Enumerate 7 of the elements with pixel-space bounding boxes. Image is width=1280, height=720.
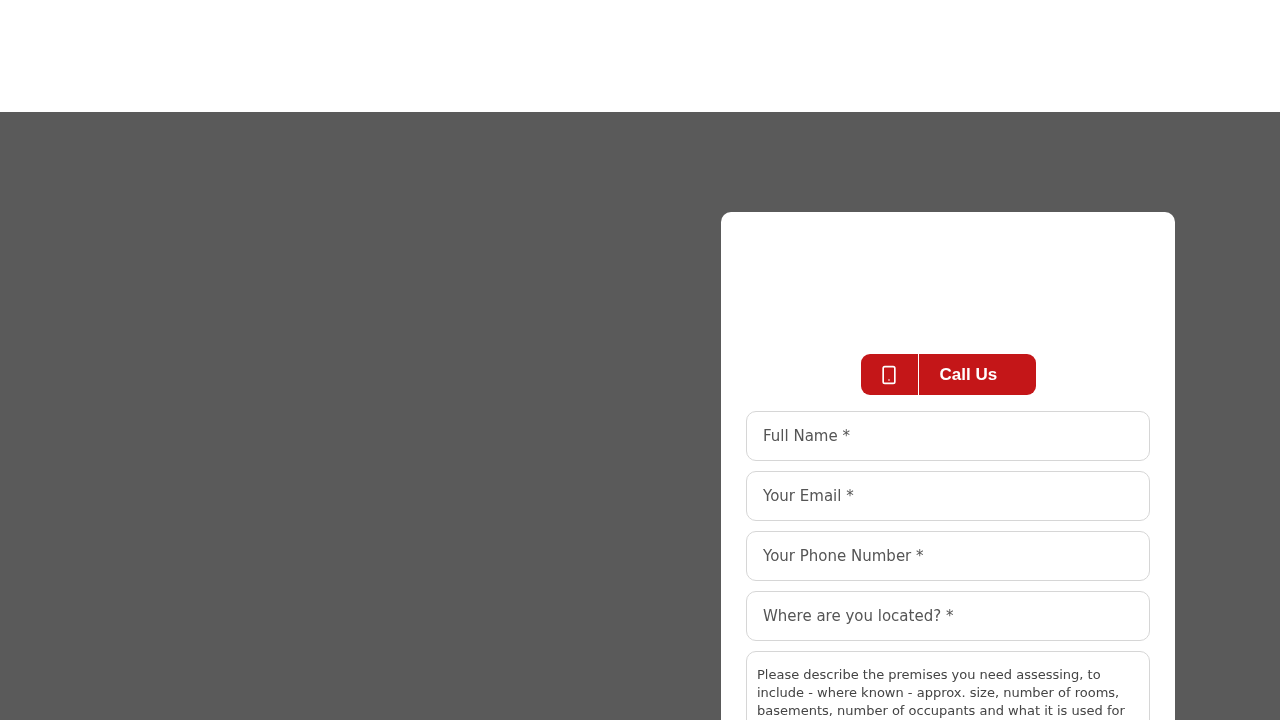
input-field[interactable]: Your Phone Number * [746,531,1150,581]
input-field[interactable]: Where are you located? * [746,591,1150,641]
message-field[interactable]: Please describe the premises you need assessing, to include - where known - approx. size, number of rooms, basements, number of occupants and what it is used for [746,651,1150,720]
call-button[interactable]: Call Us [860,354,1036,395]
input-field[interactable]: Full Name * [746,411,1150,461]
phone-icon [879,364,899,385]
input-field[interactable]: Your Email * [746,471,1150,521]
